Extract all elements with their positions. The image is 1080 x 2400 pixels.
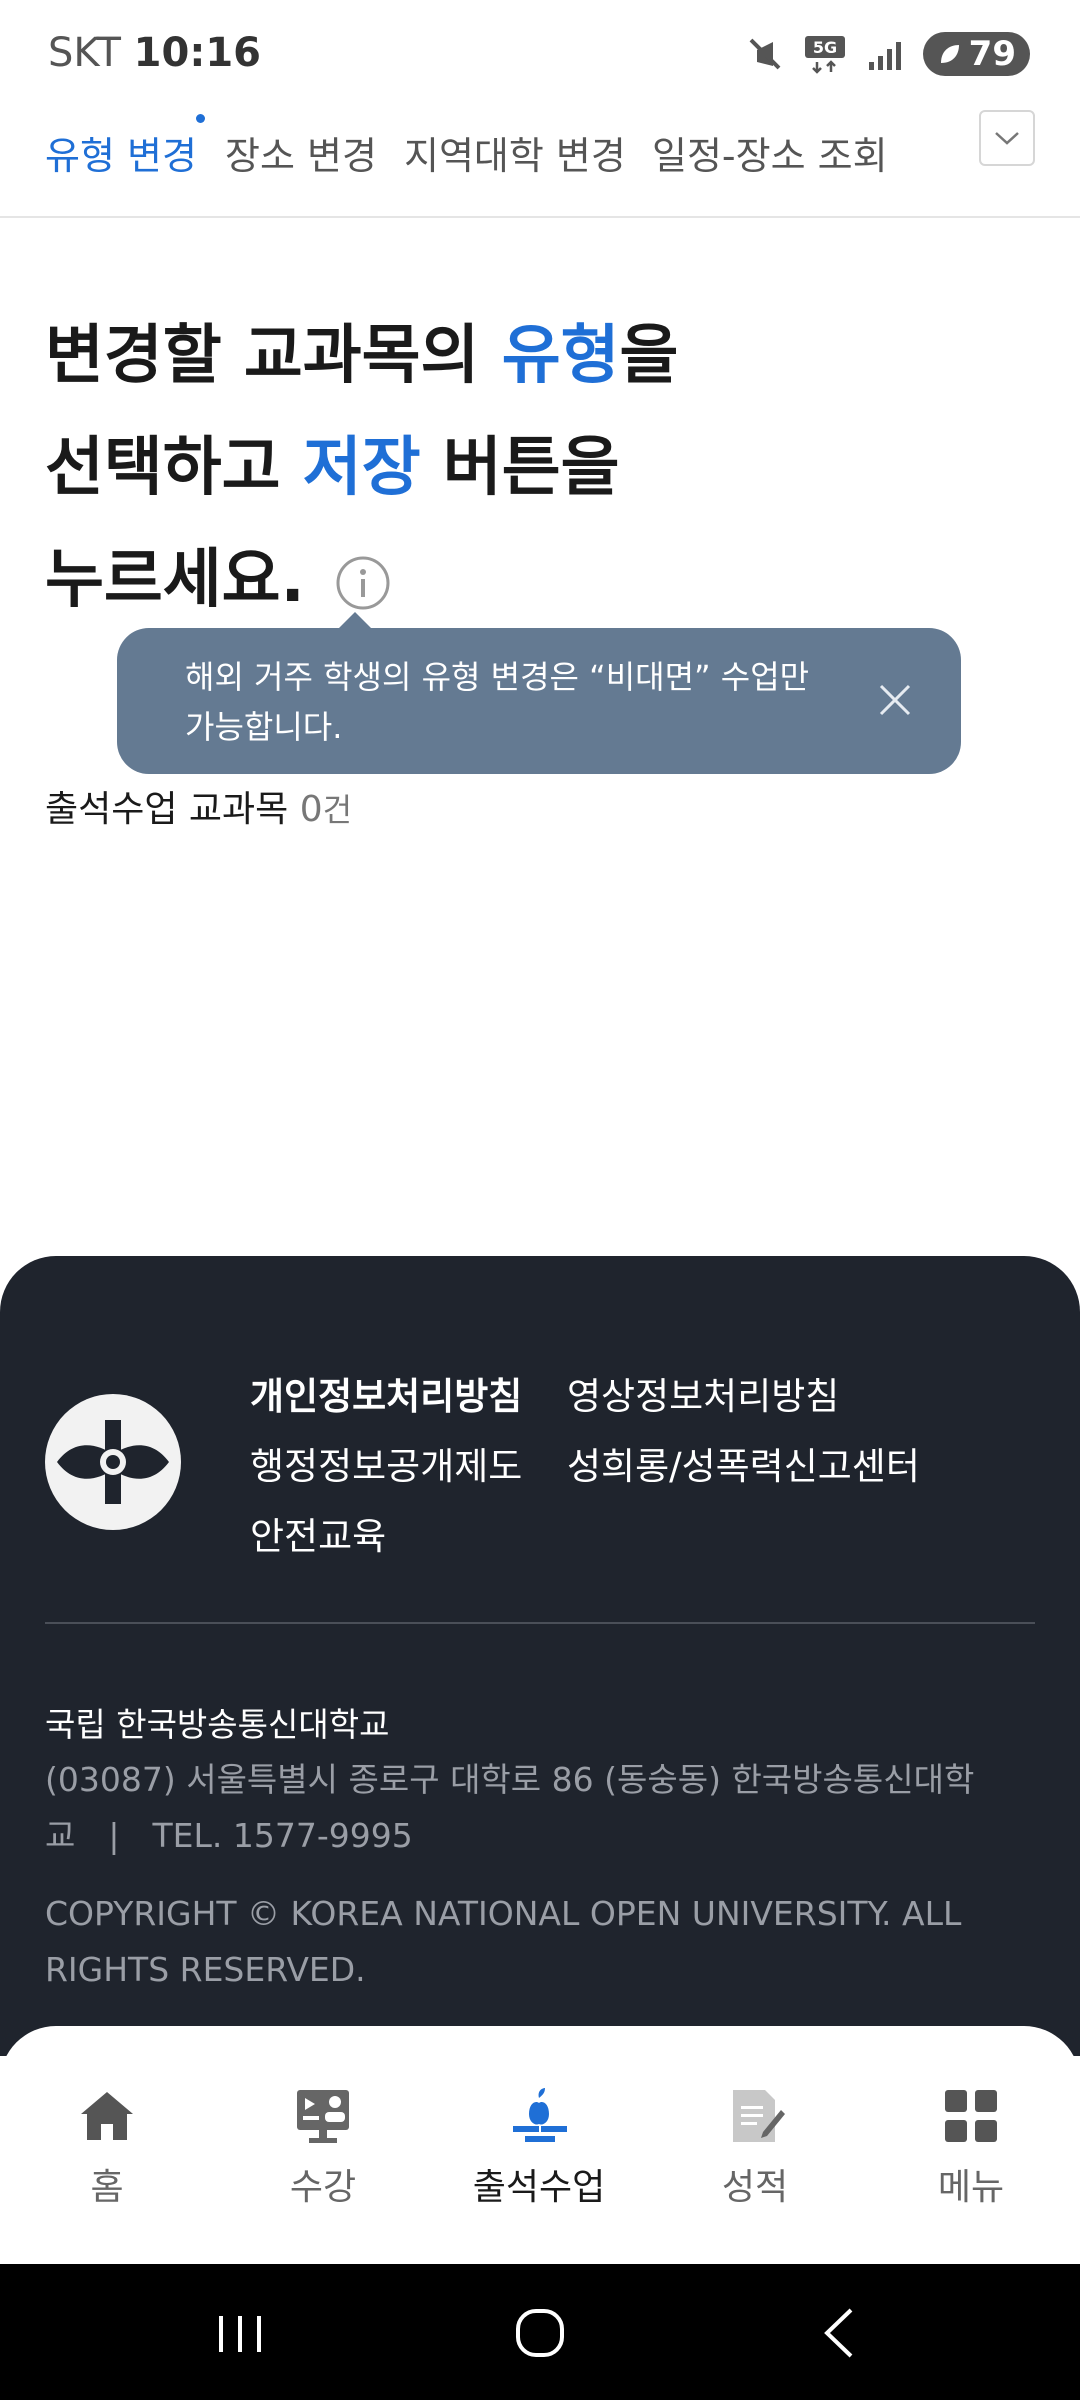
home-icon <box>81 2092 133 2140</box>
university-address: (03087) 서울특별시 종로구 대학로 86 (동숭동) 한국방송통신대학교… <box>45 1760 975 1855</box>
title-text: 누르세요. <box>45 543 305 617</box>
leaf-icon <box>940 45 959 63</box>
recent-apps-icon[interactable] <box>205 2298 275 2368</box>
nav-label: 성적 <box>721 2167 789 2208</box>
title-line-2: 선택하고 저장 버튼을 <box>45 412 945 524</box>
tab-label: 유형 변경 <box>45 134 197 178</box>
network-5g-icon: 5G <box>804 36 845 74</box>
title-text: 변경할 교과목의 <box>45 319 502 393</box>
tab-type-change[interactable]: 유형 변경 <box>45 125 197 180</box>
tab-bar: 유형 변경 장소 변경 지역대학 변경 일정-장소 조회 <box>0 100 1080 218</box>
title-text: 선택하고 <box>45 431 303 505</box>
network-label: 5G <box>813 38 837 57</box>
page-title: 변경할 교과목의 유형을 선택하고 저장 버튼을 누르세요. <box>45 300 945 636</box>
tab-label: 지역대학 변경 <box>404 134 626 178</box>
copyright-text: COPYRIGHT © KOREA NATIONAL OPEN UNIVERSI… <box>45 1894 962 1989</box>
tab-location-change[interactable]: 장소 변경 <box>225 125 377 180</box>
safety-education-link[interactable]: 안전교육 <box>250 1506 386 1560</box>
battery-level: 79 <box>968 34 1016 74</box>
status-left: SKT 10:16 <box>48 30 261 76</box>
menu-grid-icon <box>945 2090 997 2142</box>
signal-icon <box>868 42 901 70</box>
info-icon[interactable] <box>335 555 391 611</box>
grades-icon <box>733 2090 785 2142</box>
nav-home[interactable]: 홈 <box>27 2084 187 2210</box>
harassment-report-link[interactable]: 성희롱/성폭력신고센터 <box>567 1436 920 1490</box>
clock: 10:16 <box>133 30 261 76</box>
university-logo <box>45 1394 181 1530</box>
course-count-unit: 건 <box>322 791 353 829</box>
tab-regional-univ-change[interactable]: 지역대학 변경 <box>404 125 626 180</box>
title-line-1: 변경할 교과목의 유형을 <box>45 300 945 412</box>
tab-label: 장소 변경 <box>225 134 377 178</box>
info-tooltip: 해외 거주 학생의 유형 변경은 “비대면” 수업만 가능합니다. <box>117 612 961 774</box>
nav-label: 수강 <box>289 2167 357 2208</box>
course-count-label: 출석수업 교과목 <box>45 789 300 830</box>
lecture-icon <box>297 2090 349 2143</box>
tab-label: 일정-장소 조회 <box>652 134 888 178</box>
carrier-label: SKT <box>48 30 121 76</box>
info-disclosure-link[interactable]: 행정정보공개제도 <box>250 1436 522 1490</box>
privacy-policy-link[interactable]: 개인정보처리방침 <box>250 1366 522 1420</box>
nav-label: 출석수업 <box>472 2167 606 2208</box>
nav-attendance[interactable]: 출석수업 <box>459 2084 619 2210</box>
mute-icon <box>749 38 781 70</box>
bottom-nav: 홈 수강 출석수업 성적 메뉴 <box>0 2026 1080 2264</box>
nav-lecture[interactable]: 수강 <box>243 2084 403 2210</box>
system-nav-bar <box>0 2264 1080 2400</box>
tooltip-text: 해외 거주 학생의 유형 변경은 “비대면” 수업만 가능합니다. <box>185 658 810 746</box>
home-button-icon[interactable] <box>505 2298 575 2368</box>
course-count: 출석수업 교과목 0건 <box>45 780 352 832</box>
knou-emblem <box>57 1420 169 1504</box>
attendance-icon <box>513 2088 567 2142</box>
title-highlight-save: 저장 <box>302 431 421 505</box>
tooltip-arrow <box>337 612 373 630</box>
title-text: 을 <box>619 319 679 393</box>
title-text: 버튼을 <box>420 431 620 505</box>
tab-schedule-lookup[interactable]: 일정-장소 조회 <box>652 125 888 180</box>
title-highlight-type: 유형 <box>501 319 620 393</box>
status-icons: 5G 79 <box>743 30 1030 78</box>
back-icon[interactable] <box>805 2298 875 2368</box>
nav-label: 홈 <box>90 2167 124 2208</box>
chevron-down-icon <box>995 132 1019 145</box>
tab-more-button[interactable] <box>979 110 1035 166</box>
battery-indicator: 79 <box>922 32 1030 76</box>
university-name: 국립 한국방송통신대학교 <box>45 1705 390 1744</box>
title-line-3: 누르세요. <box>45 524 945 636</box>
site-footer: 개인정보처리방침 영상정보처리방침 행정정보공개제도 성희롱/성폭력신고센터 안… <box>0 1256 1080 2056</box>
active-tab-dot <box>196 114 205 123</box>
close-icon[interactable] <box>869 674 921 726</box>
status-bar: SKT 10:16 5G 79 <box>0 0 1080 100</box>
nav-menu[interactable]: 메뉴 <box>891 2084 1051 2210</box>
nav-label: 메뉴 <box>937 2167 1005 2208</box>
video-policy-link[interactable]: 영상정보처리방침 <box>567 1366 839 1420</box>
footer-divider <box>45 1622 1035 1624</box>
nav-grades[interactable]: 성적 <box>675 2084 835 2210</box>
course-count-value: 0 <box>299 789 323 830</box>
